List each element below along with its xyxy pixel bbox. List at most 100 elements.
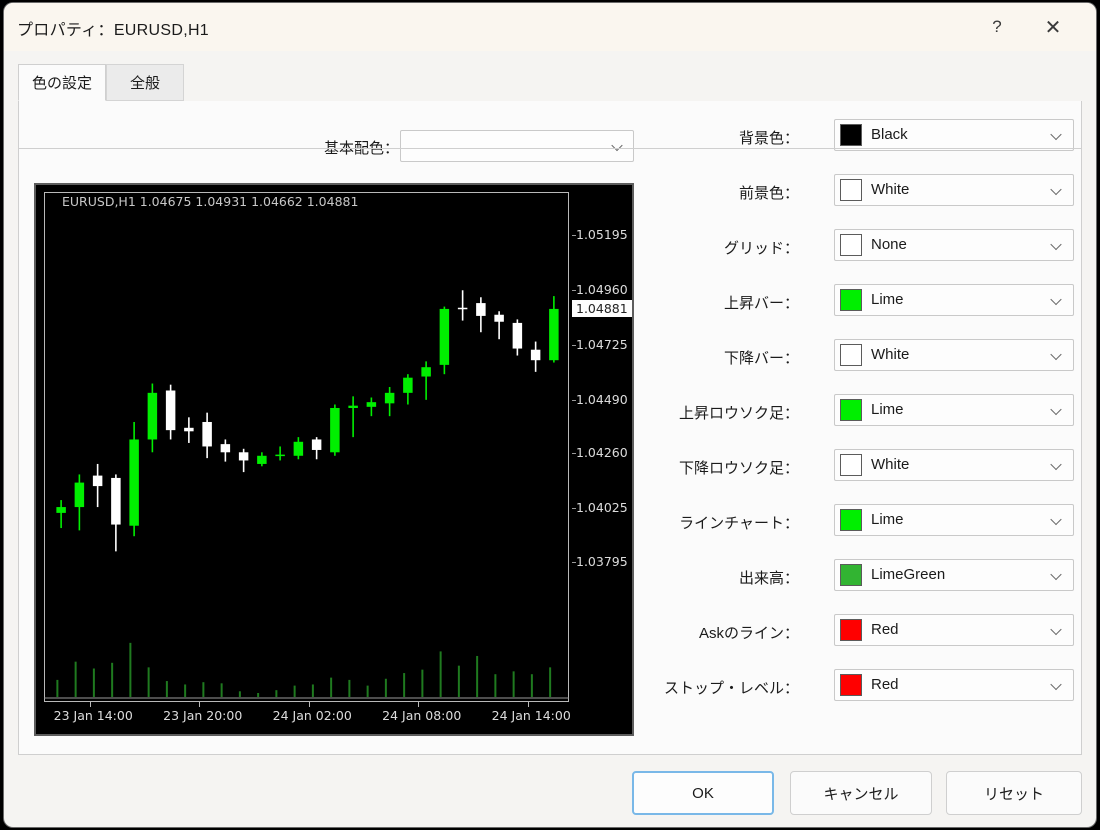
color-row: 前景色： White bbox=[644, 168, 1084, 223]
color-value: White bbox=[871, 346, 910, 363]
y-axis-label: 1.04260 bbox=[576, 445, 628, 461]
help-icon[interactable]: ? bbox=[974, 3, 1020, 51]
color-row: 出来高： LimeGreen bbox=[644, 553, 1084, 608]
y-axis-label: 1.03795 bbox=[576, 553, 628, 569]
chevron-down-icon bbox=[613, 141, 624, 152]
y-axis-tick bbox=[572, 508, 576, 510]
color-value: Lime bbox=[871, 401, 904, 418]
color-select[interactable]: White bbox=[834, 174, 1074, 206]
chevron-down-icon bbox=[1052, 295, 1063, 306]
properties-dialog: プロパティ：EURUSD,H1 ? ✕ 色の設定 全般 基本配色： EURUSD… bbox=[4, 3, 1096, 827]
chevron-down-icon bbox=[1052, 405, 1063, 416]
y-axis-tick bbox=[572, 235, 576, 237]
color-row: 背景色： Black bbox=[644, 113, 1084, 168]
color-select[interactable]: White bbox=[834, 339, 1074, 371]
color-row: グリッド： None bbox=[644, 223, 1084, 278]
tab-general[interactable]: 全般 bbox=[106, 64, 184, 101]
color-swatch-icon bbox=[840, 124, 862, 146]
color-row-label: 上昇ロウソク足： bbox=[678, 405, 799, 422]
color-value: Lime bbox=[871, 291, 904, 308]
color-swatch-icon bbox=[840, 454, 862, 476]
chevron-down-icon bbox=[1052, 240, 1063, 251]
cancel-button[interactable]: キャンセル bbox=[790, 771, 932, 815]
y-axis-tick bbox=[572, 399, 576, 401]
chevron-down-icon bbox=[1052, 625, 1063, 636]
x-axis-label: 24 Jan 14:00 bbox=[491, 708, 571, 723]
color-row-label: ラインチャート： bbox=[679, 515, 799, 532]
color-row: 上昇バー： Lime bbox=[644, 278, 1084, 333]
color-row-label: Askのライン： bbox=[698, 625, 799, 642]
chevron-down-icon bbox=[1052, 680, 1063, 691]
color-swatch-icon bbox=[840, 509, 862, 531]
color-row: ストップ・レベル： Red bbox=[644, 663, 1084, 718]
color-value: White bbox=[871, 456, 910, 473]
color-row-label: 背景色： bbox=[738, 130, 799, 147]
x-axis-label: 23 Jan 14:00 bbox=[53, 708, 133, 723]
color-swatch-icon bbox=[840, 564, 862, 586]
color-row-label: 前景色： bbox=[738, 185, 799, 202]
color-swatch-icon bbox=[840, 289, 862, 311]
color-value: Black bbox=[871, 126, 908, 143]
tab-colors[interactable]: 色の設定 bbox=[18, 64, 106, 101]
color-value: Red bbox=[871, 676, 899, 693]
color-select[interactable]: Black bbox=[834, 119, 1074, 151]
color-row: 上昇ロウソク足： Lime bbox=[644, 388, 1084, 443]
color-select[interactable]: Red bbox=[834, 669, 1074, 701]
color-settings-list: 背景色： Black 前景色： White グリッド： None 上昇バー： Lime 下降バー… bbox=[644, 113, 1084, 718]
chart-x-axis: 23 Jan 14:00 23 Jan 20:00 24 Jan 02:00 24 J… bbox=[44, 702, 571, 732]
color-swatch-icon bbox=[840, 619, 862, 641]
color-select[interactable]: None bbox=[834, 229, 1074, 261]
chevron-down-icon bbox=[1052, 460, 1063, 471]
color-value: Lime bbox=[871, 511, 904, 528]
chevron-down-icon bbox=[1052, 350, 1063, 361]
y-axis-label: 1.05195 bbox=[576, 227, 628, 243]
color-row: Askのライン： Red bbox=[644, 608, 1084, 663]
tab-strip: 色の設定 全般 bbox=[4, 51, 1096, 149]
candlestick-canvas bbox=[44, 290, 569, 699]
color-swatch-icon bbox=[840, 179, 862, 201]
x-axis-label: 24 Jan 08:00 bbox=[382, 708, 462, 723]
reset-button[interactable]: リセット bbox=[946, 771, 1082, 815]
x-axis-tick bbox=[89, 702, 91, 707]
color-swatch-icon bbox=[840, 674, 862, 696]
color-row: 下降ロウソク足： White bbox=[644, 443, 1084, 498]
color-row: 下降バー： White bbox=[644, 333, 1084, 388]
current-price-label: 1.04881 bbox=[572, 299, 632, 317]
color-select[interactable]: Lime bbox=[834, 504, 1074, 536]
color-select[interactable]: LimeGreen bbox=[834, 559, 1074, 591]
color-select[interactable]: Lime bbox=[834, 284, 1074, 316]
color-value: None bbox=[871, 236, 907, 253]
color-select[interactable]: White bbox=[834, 449, 1074, 481]
x-axis-tick bbox=[308, 702, 310, 707]
y-axis-label: 1.04960 bbox=[576, 282, 628, 298]
x-axis-tick bbox=[418, 702, 420, 707]
color-value: LimeGreen bbox=[871, 566, 946, 583]
chart-y-axis: 1.05195 1.04960 1.04725 1.04490 1.04260 1.040… bbox=[572, 185, 632, 734]
y-axis-label: 1.04725 bbox=[576, 337, 628, 353]
color-value: White bbox=[871, 181, 910, 198]
color-row-label: 出来高： bbox=[738, 570, 799, 587]
chevron-down-icon bbox=[1052, 130, 1063, 141]
chevron-down-icon bbox=[1052, 570, 1063, 581]
scheme-select[interactable] bbox=[400, 130, 634, 162]
chart-preview: EURUSD,H1 1.04675 1.04931 1.04662 1.0488… bbox=[34, 183, 634, 736]
tab-underline bbox=[18, 148, 1082, 149]
color-row-label: グリッド： bbox=[723, 240, 799, 257]
color-swatch-icon bbox=[840, 344, 862, 366]
color-row-label: 上昇バー： bbox=[723, 295, 799, 312]
title-bar: プロパティ：EURUSD,H1 ? ✕ bbox=[4, 3, 1096, 51]
y-axis-label: 1.04025 bbox=[576, 500, 628, 516]
color-row-label: 下降ロウソク足： bbox=[678, 460, 799, 477]
color-swatch-icon bbox=[840, 399, 862, 421]
chevron-down-icon bbox=[1052, 515, 1063, 526]
color-select[interactable]: Lime bbox=[834, 394, 1074, 426]
close-icon[interactable]: ✕ bbox=[1030, 3, 1076, 51]
x-axis-tick bbox=[199, 702, 201, 707]
y-axis-tick bbox=[572, 345, 576, 347]
y-axis-tick bbox=[572, 561, 576, 563]
ok-button[interactable]: OK bbox=[632, 771, 774, 815]
chart-inner: EURUSD,H1 1.04675 1.04931 1.04662 1.0488… bbox=[36, 185, 632, 734]
color-value: Red bbox=[871, 621, 899, 638]
y-axis-tick bbox=[572, 453, 576, 455]
color-select[interactable]: Red bbox=[834, 614, 1074, 646]
